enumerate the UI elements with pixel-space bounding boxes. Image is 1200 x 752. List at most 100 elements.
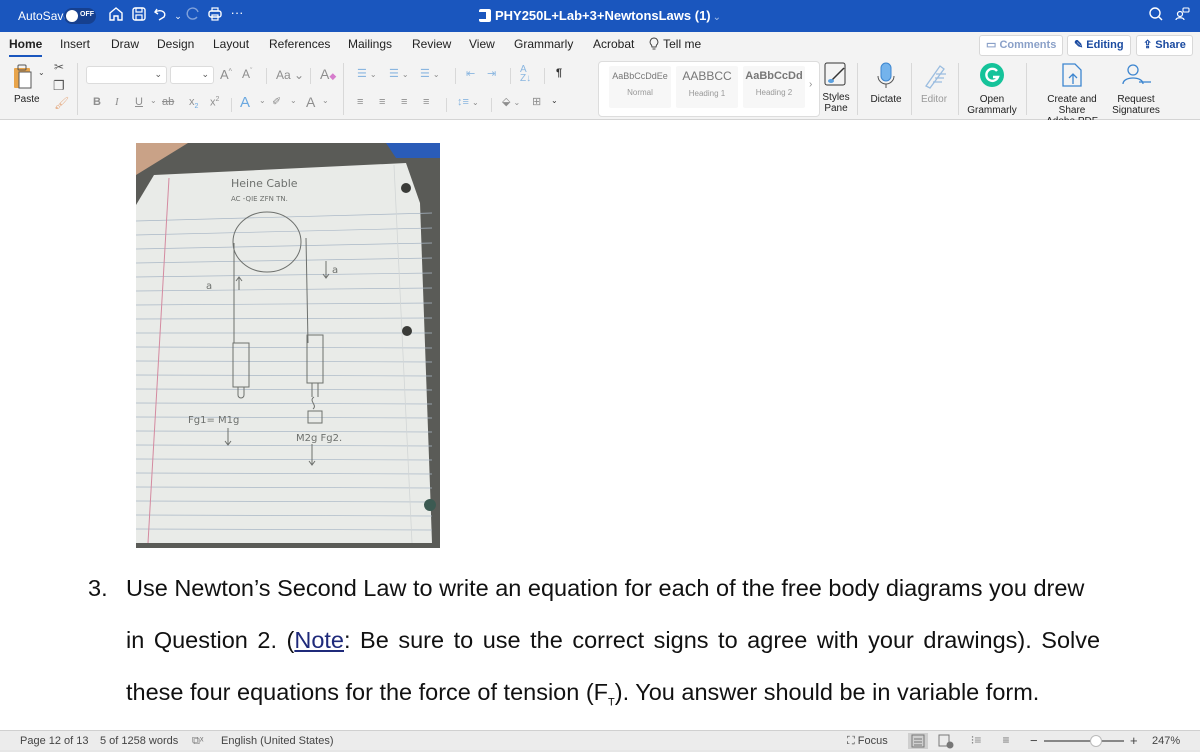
document-title[interactable]: PHY250L+Lab+3+NewtonsLaws (1) ⌄: [0, 8, 1200, 23]
collaborate-icon[interactable]: [1172, 6, 1192, 26]
proofing-icon[interactable]: ⧉ˣ: [192, 735, 203, 748]
share-button[interactable]: ⇪ Share: [1136, 35, 1193, 56]
highlight-dropdown-icon[interactable]: ⌄: [290, 96, 297, 105]
zoom-in-button[interactable]: +: [1130, 733, 1138, 748]
page-count[interactable]: Page 12 of 13: [20, 735, 89, 747]
tab-acrobat[interactable]: Acrobat: [593, 37, 634, 51]
focus-label: Focus: [857, 735, 888, 747]
copy-icon[interactable]: ❐: [53, 78, 65, 94]
bullets-icon[interactable]: ☰ ⌄: [357, 67, 377, 80]
style-heading-1[interactable]: AABBCC Heading 1: [676, 66, 738, 108]
font-color-dropdown-icon[interactable]: ⌄: [322, 96, 329, 105]
borders-dropdown-icon[interactable]: ⌄: [551, 96, 558, 105]
tab-design[interactable]: Design: [157, 37, 194, 51]
paste-dropdown-icon[interactable]: ⌄: [38, 68, 45, 77]
underline-icon[interactable]: U: [135, 96, 143, 108]
align-right-icon[interactable]: ≡: [401, 96, 407, 108]
change-case-icon[interactable]: Aa ⌄: [276, 68, 304, 82]
underline-dropdown-icon[interactable]: ⌄: [150, 96, 157, 105]
style-name: Normal: [627, 88, 653, 97]
paragraph-line-3: these four equations for the force of te…: [126, 679, 1039, 709]
line-spacing-icon[interactable]: ↕≡ ⌄: [457, 96, 479, 108]
language[interactable]: English (United States): [221, 735, 334, 747]
line-3-subscript: T: [608, 696, 615, 709]
outline-view-icon[interactable]: ⁝≡: [966, 733, 986, 749]
open-grammarly-button[interactable]: Open Grammarly: [964, 60, 1020, 118]
zoom-slider-knob[interactable]: [1090, 735, 1102, 747]
web-layout-icon: [938, 734, 954, 749]
paragraph-line-2: in Question 2. (Note: Be sure to use the…: [126, 627, 1100, 654]
zoom-level[interactable]: 247%: [1152, 735, 1180, 747]
shading-icon[interactable]: ⬙ ⌄: [502, 95, 520, 108]
cut-icon[interactable]: ✂: [54, 60, 64, 74]
document-canvas[interactable]: Heine Cable AC -QIE ZFN TN. a a Fg1= M1g…: [0, 120, 1200, 730]
note-link[interactable]: Note: [294, 627, 344, 653]
borders-icon[interactable]: ⊞: [532, 95, 541, 108]
editor-button[interactable]: Editor: [916, 60, 952, 118]
create-share-pdf-button[interactable]: Create and Share Adobe PDF: [1033, 60, 1111, 127]
styles-more-icon[interactable]: ›: [809, 79, 812, 90]
format-painter-icon[interactable]: 🖌: [54, 96, 69, 110]
superscript-icon[interactable]: x2: [210, 96, 219, 109]
style-normal[interactable]: AaBbCcDdEe Normal: [609, 66, 671, 108]
strikethrough-icon[interactable]: ab: [162, 96, 174, 108]
focus-button[interactable]: ⛶ Focus: [847, 735, 888, 748]
editing-button[interactable]: ✎ Editing: [1067, 35, 1131, 56]
divider: [455, 68, 456, 84]
web-layout-view[interactable]: [936, 733, 956, 749]
italic-icon[interactable]: I: [115, 96, 119, 108]
editing-label: Editing: [1086, 39, 1124, 51]
tab-review[interactable]: Review: [412, 37, 451, 51]
text-effects-icon[interactable]: A: [240, 94, 250, 111]
text-effects-dropdown-icon[interactable]: ⌄: [259, 96, 266, 105]
draft-view-icon[interactable]: ≡: [996, 733, 1016, 749]
font-color-icon[interactable]: A: [306, 94, 315, 110]
align-center-icon[interactable]: ≡: [379, 96, 385, 108]
grow-font-icon[interactable]: A^: [220, 67, 232, 82]
embedded-photo[interactable]: Heine Cable AC -QIE ZFN TN. a a Fg1= M1g…: [136, 143, 440, 548]
show-formatting-icon[interactable]: ¶: [556, 67, 562, 79]
tab-mailings[interactable]: Mailings: [348, 37, 392, 51]
dictate-label: Dictate: [870, 94, 902, 105]
align-left-icon[interactable]: ≡: [357, 96, 363, 108]
request-signatures-button[interactable]: Request Signatures: [1111, 60, 1161, 118]
font-size-select[interactable]: ⌄: [170, 66, 214, 84]
tell-me[interactable]: Tell me: [648, 37, 701, 51]
numbering-icon[interactable]: ☰ ⌄: [389, 67, 409, 80]
styles-pane-button[interactable]: Styles Pane: [822, 60, 850, 118]
comments-button[interactable]: ▭ Comments: [979, 35, 1064, 56]
chevron-down-icon: ⌄: [154, 69, 162, 79]
zoom-out-button[interactable]: −: [1030, 733, 1038, 748]
share-icon: ⇪: [1143, 39, 1153, 51]
print-layout-view[interactable]: [908, 733, 928, 749]
highlight-icon[interactable]: ✐: [272, 95, 281, 108]
bold-icon[interactable]: B: [93, 96, 101, 108]
dictate-button[interactable]: Dictate: [866, 60, 906, 118]
paste-icon[interactable]: [13, 64, 35, 90]
focus-icon: ⛶: [847, 735, 855, 747]
shrink-font-icon[interactable]: Aˇ: [242, 67, 252, 81]
tab-home[interactable]: Home: [9, 37, 43, 57]
tab-layout[interactable]: Layout: [213, 37, 249, 51]
word-count[interactable]: 5 of 1258 words: [100, 735, 178, 747]
increase-indent-icon[interactable]: ⇥: [487, 67, 496, 80]
tab-view[interactable]: View: [469, 37, 495, 51]
decrease-indent-icon[interactable]: ⇤: [466, 67, 475, 80]
font-name-select[interactable]: ⌄: [86, 66, 167, 84]
subscript-icon[interactable]: x2: [189, 96, 198, 110]
pencil-icon: ✎: [1074, 39, 1084, 51]
tab-draw[interactable]: Draw: [111, 37, 139, 51]
style-heading-2[interactable]: AaBbCcDd Heading 2: [743, 66, 805, 108]
justify-icon[interactable]: ≡: [423, 96, 429, 108]
search-icon[interactable]: [1146, 6, 1166, 26]
multilevel-list-icon[interactable]: ☰ ⌄: [420, 67, 440, 80]
sort-icon[interactable]: A Z↓: [520, 65, 531, 84]
tab-references[interactable]: References: [269, 37, 330, 51]
tab-insert[interactable]: Insert: [60, 37, 90, 51]
divider: [231, 98, 232, 112]
clear-formatting-icon[interactable]: A◆: [320, 66, 336, 82]
ribbon-tabs: Home Insert Draw Design Layout Reference…: [0, 32, 1200, 58]
zoom-slider-track[interactable]: [1044, 740, 1124, 742]
tab-grammarly[interactable]: Grammarly: [514, 37, 573, 51]
list-number: 3.: [88, 575, 108, 601]
